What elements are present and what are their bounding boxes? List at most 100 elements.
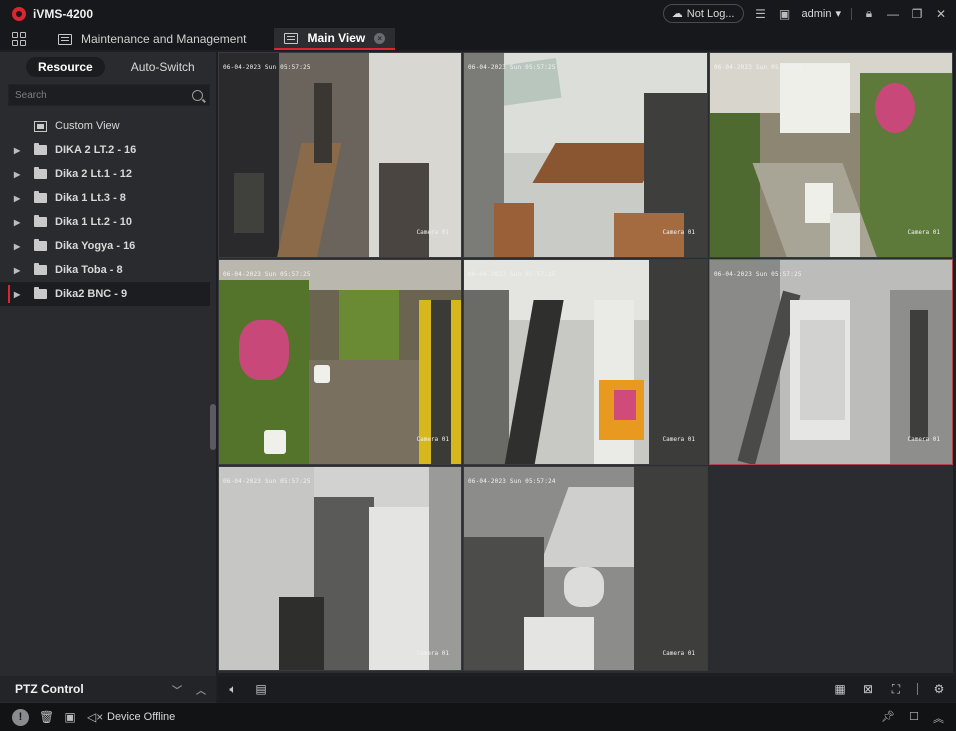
- trash-icon[interactable]: 🗑︎: [39, 710, 54, 724]
- auto-switch-tab[interactable]: Auto-Switch: [119, 57, 207, 77]
- restore-icon[interactable]: ❐: [910, 7, 924, 21]
- search-icon[interactable]: [192, 89, 203, 101]
- tab-close-icon[interactable]: ×: [374, 32, 386, 44]
- image-icon[interactable]: ▣: [778, 7, 792, 21]
- live-view-toolbar: 🔈︎ ▤ ▦ ⊠ ⛶ ⚙: [218, 676, 956, 702]
- ptz-label: PTZ Control: [15, 682, 84, 696]
- expand-arrow-icon[interactable]: ▶: [14, 242, 24, 251]
- camera-timestamp: 06-04-2023 Sun 05:57:25: [223, 64, 311, 71]
- search-input[interactable]: [15, 89, 192, 101]
- alarm-icon[interactable]: !: [12, 708, 29, 726]
- video-window[interactable]: 06-04-2023 Sun 05:57:25 Camera 01: [218, 466, 462, 671]
- expand-arrow-icon[interactable]: ▶: [14, 170, 24, 179]
- tree-item-label: Dika 1 Lt.3 - 8: [55, 192, 126, 204]
- app-window: iVMS-4200 ☁ Not Log... ☰ ▣ admin ▾ 🔒︎ — …: [0, 0, 956, 731]
- expand-arrow-icon[interactable]: ▶: [14, 218, 24, 227]
- camera-timestamp: 06-04-2023 Sun 05:57:25: [714, 64, 802, 71]
- tab-label: Maintenance and Management: [81, 32, 247, 46]
- tree-item-group[interactable]: ▶ Dika Yogya - 16: [0, 234, 216, 258]
- module-grid-icon[interactable]: [12, 32, 26, 46]
- camera-name: Camera 01: [907, 229, 940, 236]
- cloud-login-button[interactable]: ☁ Not Log...: [662, 4, 744, 23]
- folder-icon: [34, 215, 47, 227]
- video-window[interactable]: 06-04-2023 Sun 05:57:24 Camera 01: [463, 466, 708, 671]
- video-window[interactable]: 06-04-2023 Sun 05:57:25 Camera 01: [463, 52, 708, 258]
- video-window[interactable]: 06-04-2023 Sun 05:57:25 Camera 01: [218, 259, 462, 465]
- save-view-icon[interactable]: ▤: [254, 682, 268, 696]
- cloud-icon: ☁: [671, 8, 683, 20]
- cloud-status: Not Log...: [686, 7, 735, 20]
- folder-icon: [34, 143, 47, 155]
- chevron-down-icon[interactable]: ﹀: [172, 682, 182, 697]
- camera-timestamp: 06-04-2023 Sun 05:57:25: [468, 64, 556, 71]
- camera-timestamp: 06-04-2023 Sun 05:57:25: [223, 478, 311, 485]
- minimize-icon[interactable]: —: [886, 7, 900, 21]
- tree-item-group[interactable]: ▶ Dika 2 Lt.1 - 12: [0, 162, 216, 186]
- chevron-up-icon[interactable]: ︽: [933, 710, 944, 726]
- tree-item-group[interactable]: ▶ Dika 1 Lt.2 - 10: [0, 210, 216, 234]
- fullscreen-icon[interactable]: ⛶: [889, 682, 903, 696]
- tree-item-label: Dika 2 Lt.1 - 12: [55, 168, 133, 180]
- maximize-icon[interactable]: ☐: [909, 710, 919, 726]
- status-bar: ! 🗑︎ ▣ ◁× Device Offline 📌︎ ☐ ︽: [0, 703, 956, 731]
- tree-item-label: DIKA 2 LT.2 - 16: [55, 144, 137, 156]
- status-bar-controls: 📌︎ ☐ ︽: [881, 710, 944, 726]
- tree-item-group[interactable]: ▶ Dika Toba - 8: [0, 258, 216, 282]
- tree-item-label: Custom View: [55, 120, 120, 132]
- expand-arrow-icon[interactable]: ▶: [14, 194, 24, 203]
- tree-item-label: Dika Yogya - 16: [55, 240, 136, 252]
- volume-icon[interactable]: 🔈︎: [226, 682, 240, 696]
- toolbar-left: 🔈︎ ▤: [226, 682, 268, 697]
- lock-icon[interactable]: 🔒︎: [862, 6, 876, 21]
- toolbar-right: ▦ ⊠ ⛶ ⚙: [833, 682, 946, 697]
- document-icon: [58, 33, 72, 45]
- tab-bar: Maintenance and Management Main View ×: [0, 28, 956, 50]
- chevron-down-icon: ▾: [835, 8, 841, 20]
- camera-name: Camera 01: [416, 436, 449, 443]
- monitor-icon: [284, 32, 299, 44]
- folder-icon: [34, 263, 47, 275]
- stop-all-icon[interactable]: ⊠: [861, 682, 875, 696]
- video-window[interactable]: 06-04-2023 Sun 05:57:25 Camera 01: [218, 52, 462, 258]
- resource-tab[interactable]: Resource: [26, 57, 105, 77]
- snapshot-icon[interactable]: ▣: [63, 710, 77, 724]
- camera-timestamp: 06-04-2023 Sun 05:57:25: [468, 271, 556, 278]
- tree-item-group[interactable]: ▶ DIKA 2 LT.2 - 16: [0, 138, 216, 162]
- camera-name: Camera 01: [416, 229, 449, 236]
- tab-label: Main View: [307, 31, 366, 45]
- tree-item-label: Dika 1 Lt.2 - 10: [55, 216, 133, 228]
- camera-timestamp: 06-04-2023 Sun 05:57:25: [714, 271, 802, 278]
- tree-item-group-selected[interactable]: ▶ Dika2 BNC - 9: [0, 282, 210, 306]
- video-window[interactable]: 06-04-2023 Sun 05:57:25 Camera 01: [709, 52, 953, 258]
- live-view-grid: 06-04-2023 Sun 05:57:25 Camera 01 06-04-…: [218, 52, 953, 673]
- tree-item-group[interactable]: ▶ Dika 1 Lt.3 - 8: [0, 186, 216, 210]
- task-list-icon[interactable]: ☰: [754, 7, 768, 21]
- resource-panel: Resource Auto-Switch Custom View ▶ DIKA …: [0, 52, 216, 703]
- expand-arrow-icon[interactable]: ▶: [14, 146, 24, 155]
- ptz-control-header[interactable]: PTZ Control ﹀ ︿: [0, 676, 216, 702]
- tab-maintenance[interactable]: Maintenance and Management: [48, 28, 256, 50]
- tree-item-custom-view[interactable]: Custom View: [0, 114, 216, 138]
- video-window-selected[interactable]: 06-04-2023 Sun 05:57:25 Camera 01: [709, 259, 953, 465]
- custom-view-icon: [34, 120, 47, 132]
- ptz-controls: ﹀ ︿: [172, 682, 206, 697]
- close-icon[interactable]: ✕: [934, 7, 948, 21]
- expand-arrow-icon[interactable]: ▶: [14, 266, 24, 275]
- video-window[interactable]: 06-04-2023 Sun 05:57:25 Camera 01: [463, 259, 708, 465]
- video-window-empty[interactable]: [709, 466, 953, 671]
- app-logo: [12, 7, 26, 21]
- window-layout-icon[interactable]: ▦: [833, 682, 847, 696]
- expand-arrow-icon[interactable]: ▶: [14, 290, 24, 299]
- pin-icon[interactable]: 📌︎: [881, 710, 895, 726]
- gear-icon[interactable]: ⚙: [932, 682, 946, 696]
- folder-icon: [34, 239, 47, 251]
- tree-item-label: Dika2 BNC - 9: [55, 288, 128, 300]
- folder-icon: [34, 191, 47, 203]
- app-title: iVMS-4200: [33, 7, 94, 21]
- chevron-up-icon[interactable]: ︿: [196, 682, 206, 697]
- tab-main-view[interactable]: Main View ×: [274, 28, 396, 50]
- search-box: [8, 84, 210, 106]
- mute-icon[interactable]: ◁×: [87, 710, 103, 724]
- panel-collapse-handle[interactable]: [210, 404, 216, 450]
- user-menu[interactable]: admin ▾: [802, 7, 842, 21]
